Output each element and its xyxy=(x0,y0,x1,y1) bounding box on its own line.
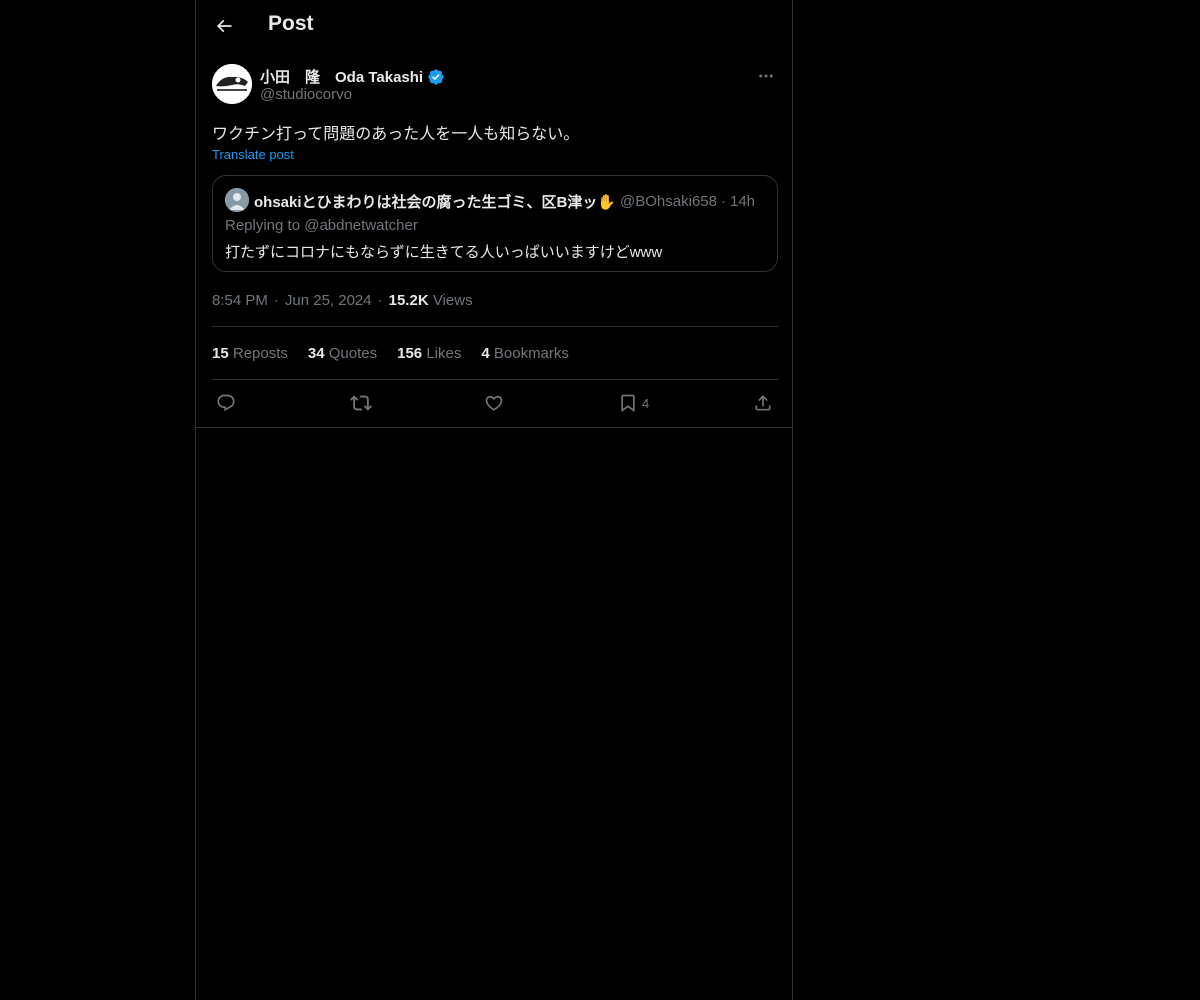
reposts-label: Reposts xyxy=(232,345,288,362)
reply-button[interactable] xyxy=(216,391,236,415)
bookmark-icon xyxy=(621,394,635,413)
likes-count: 156 xyxy=(397,345,423,362)
separator: · xyxy=(720,193,726,210)
quote-text: 打たずにコロナにもならずに生きてる人いっぱいいますけどwww xyxy=(225,244,663,261)
heart-icon xyxy=(485,395,503,411)
default-avatar-icon xyxy=(225,188,249,212)
post-meta: 8:54 PM · Jun 25, 2024 · 15.2K Views xyxy=(212,292,473,309)
divider xyxy=(212,326,778,327)
header: Post xyxy=(196,0,792,54)
author-name-row[interactable]: 小田 隆 Oda Takashi xyxy=(260,66,445,87)
arrow-left-icon xyxy=(216,19,232,33)
page-title: Post xyxy=(268,12,314,35)
quotes-count: 34 xyxy=(307,345,325,362)
post-stats: 15 Reposts 34 Quotes 156 Likes 4 Bookmar… xyxy=(212,345,569,362)
repost-icon xyxy=(350,395,372,411)
reposts-stat[interactable]: 15 Reposts xyxy=(212,345,288,362)
more-options-button[interactable] xyxy=(754,66,778,86)
bookmarks-label: Bookmarks xyxy=(493,345,569,362)
divider xyxy=(212,379,778,380)
quotes-stat[interactable]: 34 Quotes xyxy=(308,345,377,362)
bookmarks-stat[interactable]: 4 Bookmarks xyxy=(481,345,569,362)
avatar[interactable] xyxy=(212,64,252,104)
reply-icon xyxy=(217,394,235,412)
back-button[interactable] xyxy=(212,14,236,38)
post-text: ワクチン打って問題のあった人を一人も知らない。 xyxy=(212,126,580,143)
bookmark-button[interactable]: 4 xyxy=(618,391,649,415)
post-time[interactable]: 8:54 PM xyxy=(212,292,268,309)
quotes-label: Quotes xyxy=(328,345,378,362)
post-column: Post 小田 隆 Oda Takashi @studiocorvo ワクチン打… xyxy=(195,0,793,1000)
quote-avatar[interactable] xyxy=(225,188,249,212)
action-bar: 4 xyxy=(212,391,778,415)
quoted-post[interactable]: ohsakiとひまわりは社会の腐った生ゴミ、区B津ッ✋ @BOhsaki658 … xyxy=(212,175,778,272)
reposts-count: 15 xyxy=(212,345,229,362)
author-handle[interactable]: @studiocorvo xyxy=(260,86,352,103)
bookmark-count: 4 xyxy=(642,395,650,411)
bookmarks-count: 4 xyxy=(481,345,490,362)
likes-label: Likes xyxy=(426,345,462,362)
post-date[interactable]: Jun 25, 2024 xyxy=(285,292,372,309)
translate-post-link[interactable]: Translate post xyxy=(212,147,294,162)
quote-author-handle[interactable]: @BOhsaki658 xyxy=(620,193,717,210)
more-horizontal-icon xyxy=(759,74,773,78)
views-count: 15.2K xyxy=(388,292,429,309)
verified-badge-icon xyxy=(428,68,444,85)
likes-stat[interactable]: 156 Likes xyxy=(397,345,461,362)
quote-author-name[interactable]: ohsakiとひまわりは社会の腐った生ゴミ、区B津ッ✋ xyxy=(254,191,616,212)
separator: · xyxy=(377,292,383,309)
repost-button[interactable] xyxy=(350,391,372,415)
quote-replying-to: Replying to @abdnetwatcher xyxy=(225,217,418,234)
like-button[interactable] xyxy=(484,391,504,415)
studio-logo-icon xyxy=(212,64,252,104)
separator: · xyxy=(273,292,279,309)
views-label: Views xyxy=(432,292,473,309)
share-icon xyxy=(755,395,771,411)
views[interactable]: 15.2K Views xyxy=(389,292,473,309)
author-name[interactable]: 小田 隆 Oda Takashi xyxy=(260,66,423,87)
quote-time[interactable]: 14h xyxy=(730,193,755,210)
quote-header: ohsakiとひまわりは社会の腐った生ゴミ、区B津ッ✋ @BOhsaki658 … xyxy=(254,191,755,212)
divider xyxy=(196,427,792,428)
share-button[interactable] xyxy=(753,391,773,415)
